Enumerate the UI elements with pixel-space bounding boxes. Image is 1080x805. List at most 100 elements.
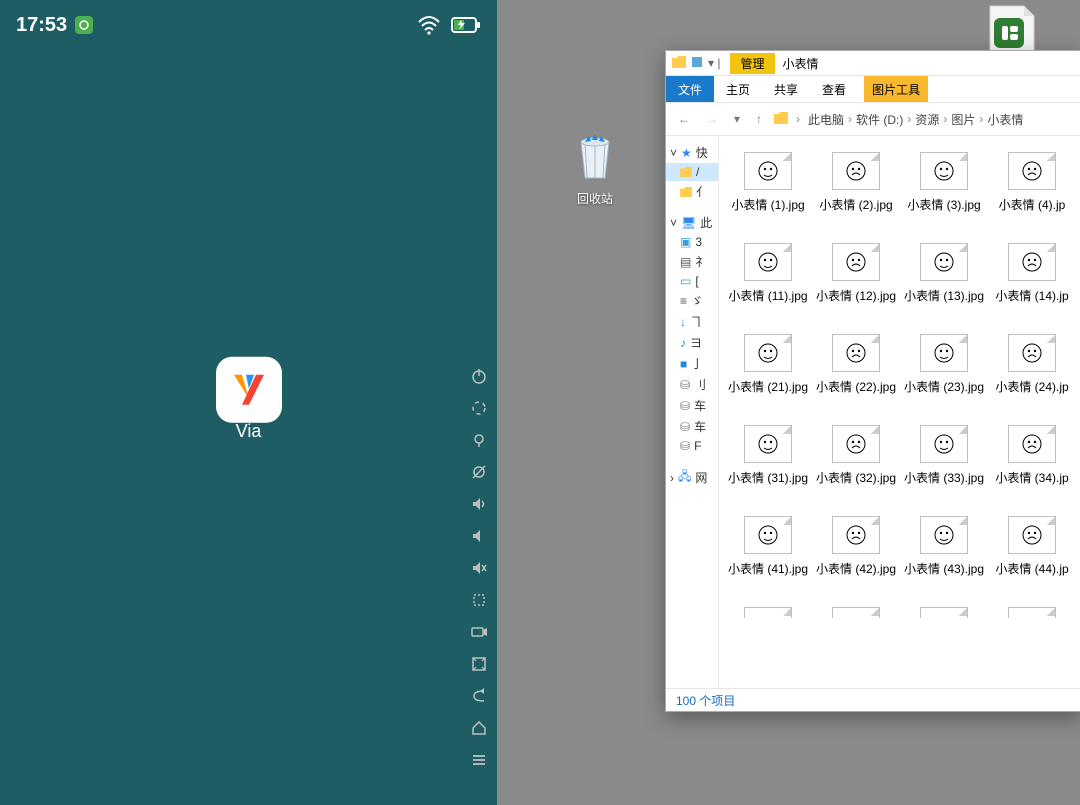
power-icon[interactable]: [461, 360, 497, 392]
file-item[interactable]: 小表情 (1).jpg: [727, 152, 809, 213]
camera-icon[interactable]: [461, 616, 497, 648]
file-item[interactable]: 小表情 (12).jpg: [815, 243, 897, 304]
file-item[interactable]: 小表情 (32).jpg: [815, 425, 897, 486]
app-icon-via[interactable]: [216, 356, 282, 422]
file-name: 小表情 (22).jpg: [816, 378, 896, 395]
folder-icon: [774, 112, 788, 127]
file-item[interactable]: 小表情 (23).jpg: [903, 334, 985, 395]
file-thumbnail: [1008, 425, 1056, 463]
nav-3dobjects[interactable]: ▣3: [666, 233, 718, 251]
breadcrumb[interactable]: 此电脑›软件 (D:)›资源›图片›小表情: [808, 111, 1073, 128]
file-item[interactable]: [815, 607, 897, 618]
file-item[interactable]: 小表情 (34).jp: [991, 425, 1073, 486]
status-badge-icon: [75, 16, 93, 34]
file-name: 小表情 (34).jp: [995, 469, 1068, 486]
explorer-titlebar[interactable]: ▾ | 管理 小表情: [666, 51, 1080, 76]
nav-pinned-folder[interactable]: 亻: [666, 181, 718, 202]
file-item[interactable]: 小表情 (13).jpg: [903, 243, 985, 304]
nav-forward-icon[interactable]: →: [702, 112, 722, 126]
nav-recent-icon[interactable]: ▾: [730, 112, 744, 126]
explorer-file-pane[interactable]: 小表情 (1).jpg小表情 (2).jpg小表情 (3).jpg 小表情 (4)…: [719, 136, 1080, 688]
network-icon: 🖧: [678, 467, 691, 488]
ribbon-file[interactable]: 文件: [666, 76, 714, 102]
file-item[interactable]: 小表情 (44).jp: [991, 516, 1073, 577]
rotate-icon[interactable]: [461, 392, 497, 424]
nav-up-icon[interactable]: ↑: [752, 112, 766, 126]
chevron-down-icon: ˅: [670, 216, 677, 230]
breadcrumb-segment[interactable]: 资源: [915, 111, 939, 128]
file-item[interactable]: 小表情 (41).jpg: [727, 516, 809, 577]
desktop-recycle-bin[interactable]: 回收站: [555, 128, 635, 207]
file-item[interactable]: 小表情 (2).jpg: [815, 152, 897, 213]
file-name: 小表情 (24).jp: [995, 378, 1068, 395]
nav-network-label: 网: [695, 469, 707, 486]
bulb-icon[interactable]: [461, 424, 497, 456]
file-item[interactable]: [991, 607, 1073, 618]
file-thumbnail: [744, 152, 792, 190]
file-name: 小表情 (4).jp: [999, 196, 1066, 213]
location-off-icon[interactable]: [461, 456, 497, 488]
chevron-right-icon: ›: [943, 112, 947, 126]
phone-screen[interactable]: 17:53: [0, 0, 497, 805]
file-thumbnail: [920, 243, 968, 281]
breadcrumb-segment[interactable]: 此电脑: [808, 111, 844, 128]
nav-desktop[interactable]: ■亅: [666, 353, 718, 374]
file-item[interactable]: 小表情 (42).jpg: [815, 516, 897, 577]
nav-pinned-folder[interactable]: /: [666, 163, 718, 181]
nav-drive-f[interactable]: ⛁F: [666, 437, 718, 455]
nav-videos[interactable]: ▤礻: [666, 251, 718, 272]
file-item[interactable]: 小表情 (3).jpg: [903, 152, 985, 213]
menu-icon[interactable]: [461, 744, 497, 776]
chevron-right-icon: ›: [848, 112, 852, 126]
file-item[interactable]: 小表情 (24).jp: [991, 334, 1073, 395]
ribbon-home[interactable]: 主页: [714, 76, 762, 102]
file-item[interactable]: 小表情 (22).jpg: [815, 334, 897, 395]
nav-pictures[interactable]: ▭[: [666, 272, 718, 290]
breadcrumb-segment[interactable]: 图片: [951, 111, 975, 128]
breadcrumb-segment[interactable]: 软件 (D:): [856, 111, 903, 128]
expand-icon[interactable]: [461, 648, 497, 680]
nav-back-icon[interactable]: ←: [674, 112, 694, 126]
file-item[interactable]: 小表情 (43).jpg: [903, 516, 985, 577]
android-emulator: 17:53: [0, 0, 497, 805]
chevron-down-icon: ˅: [670, 146, 677, 160]
nav-documents[interactable]: ≡ゞ: [666, 290, 718, 311]
drive-icon: ⛁: [680, 420, 690, 434]
file-explorer-window: ▾ | 管理 小表情 文件 主页 共享 查看 图片工具 ← → ▾ ↑ › 此电…: [665, 50, 1080, 712]
nav-quick-access[interactable]: ˅ ★ 快: [666, 142, 718, 163]
nav-drive-d[interactable]: ⛁车: [666, 395, 718, 416]
qat-icon[interactable]: [692, 56, 702, 70]
file-item[interactable]: 小表情 (11).jpg: [727, 243, 809, 304]
volume-down-icon[interactable]: [461, 520, 497, 552]
file-name: 小表情 (32).jpg: [816, 469, 896, 486]
nav-music[interactable]: ♪ヨ: [666, 332, 718, 353]
file-thumbnail: [1008, 152, 1056, 190]
back-icon[interactable]: [461, 680, 497, 712]
crop-icon[interactable]: [461, 584, 497, 616]
file-item[interactable]: 小表情 (31).jpg: [727, 425, 809, 486]
ribbon-view[interactable]: 查看: [810, 76, 858, 102]
nav-network[interactable]: › 🖧 网: [666, 465, 718, 490]
breadcrumb-segment[interactable]: 小表情: [987, 111, 1023, 128]
nav-drive-e[interactable]: ⛁车: [666, 416, 718, 437]
nav-drive-c[interactable]: ⛁刂: [666, 374, 718, 395]
file-thumbnail: [744, 516, 792, 554]
file-item[interactable]: [727, 607, 809, 618]
volume-mute-icon[interactable]: [461, 552, 497, 584]
titlebar-manage-tab[interactable]: 管理: [730, 53, 774, 74]
file-item[interactable]: 小表情 (4).jp: [991, 152, 1073, 213]
explorer-nav-pane[interactable]: ˅ ★ 快 / 亻 ˅ 🖥 此 ▣3 ▤礻 ▭[ ≡ゞ ↓ヿ ♪ヨ ■亅 ⛁刂: [666, 136, 719, 688]
nav-this-pc[interactable]: ˅ 🖥 此: [666, 212, 718, 233]
file-item[interactable]: [903, 607, 985, 618]
ribbon-share[interactable]: 共享: [762, 76, 810, 102]
home-icon[interactable]: [461, 712, 497, 744]
file-item[interactable]: 小表情 (14).jp: [991, 243, 1073, 304]
file-name: 小表情 (43).jpg: [904, 560, 984, 577]
file-item[interactable]: 小表情 (21).jpg: [727, 334, 809, 395]
nav-downloads[interactable]: ↓ヿ: [666, 311, 718, 332]
window-title: 小表情: [783, 55, 819, 72]
file-item[interactable]: 小表情 (33).jpg: [903, 425, 985, 486]
volume-up-icon[interactable]: [461, 488, 497, 520]
file-name: 小表情 (33).jpg: [904, 469, 984, 486]
ribbon-picture-tools[interactable]: 图片工具: [864, 76, 928, 102]
